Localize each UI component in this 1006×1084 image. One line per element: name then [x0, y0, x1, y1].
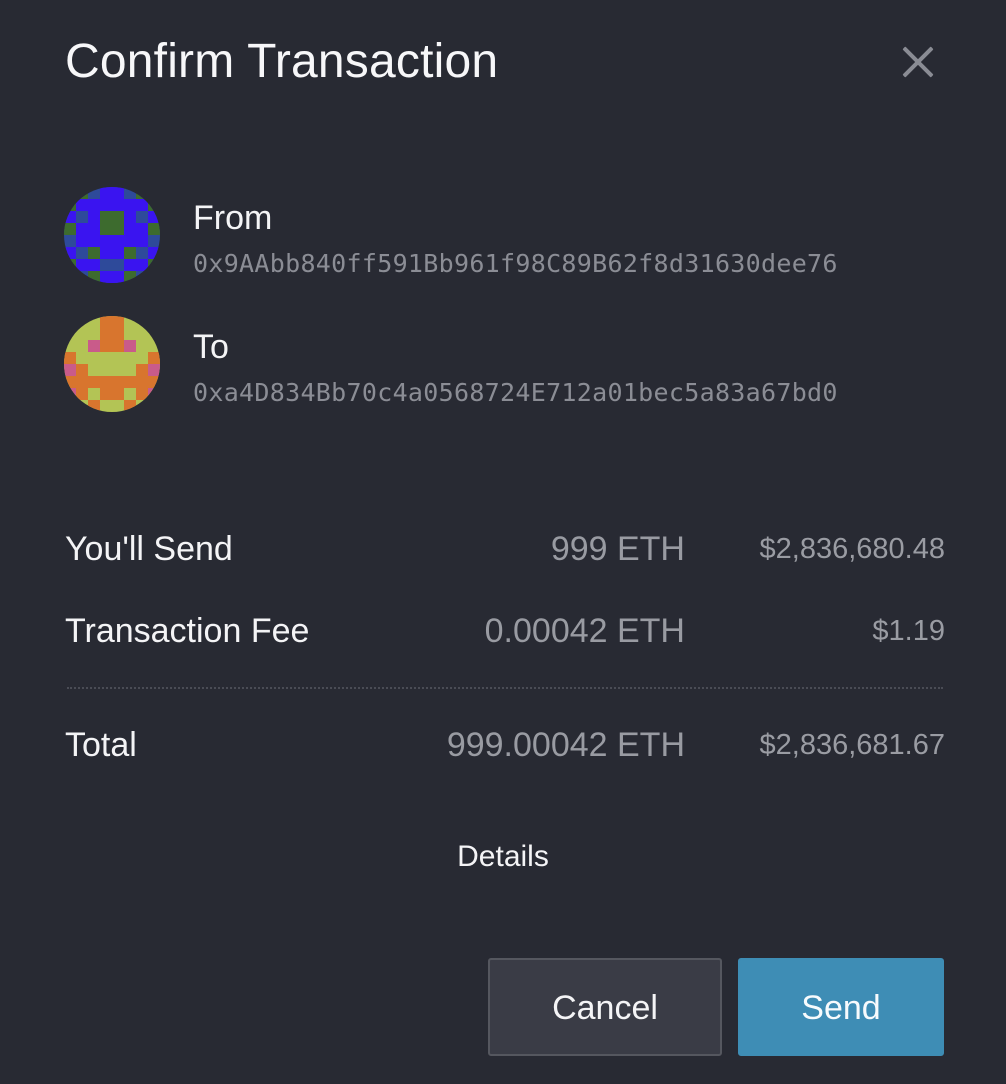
send-eth-amount: 999 ETH	[550, 530, 685, 568]
dialog-title: Confirm Transaction	[65, 35, 499, 88]
summary-row-send: You'll Send 999 ETH $2,836,680.48	[65, 524, 945, 574]
close-icon[interactable]	[896, 40, 940, 84]
fee-label: Transaction Fee	[65, 612, 310, 650]
fee-usd-amount: $1.19	[872, 615, 945, 647]
from-label: From	[193, 199, 273, 237]
send-usd-amount: $2,836,680.48	[759, 533, 945, 565]
summary-row-fee: Transaction Fee 0.00042 ETH $1.19	[65, 606, 945, 656]
total-label: Total	[65, 726, 137, 764]
total-usd-amount: $2,836,681.67	[759, 729, 945, 761]
details-link[interactable]: Details	[0, 834, 1006, 880]
confirm-transaction-dialog: Confirm Transaction From 0x9AAbb840ff591…	[0, 0, 1006, 1084]
fee-eth-amount: 0.00042 ETH	[484, 612, 685, 650]
summary-divider	[67, 687, 943, 689]
cancel-button[interactable]: Cancel	[488, 958, 722, 1056]
from-account: From 0x9AAbb840ff591Bb961f98C89B62f8d316…	[64, 187, 964, 287]
to-avatar-identicon	[64, 316, 160, 412]
to-address[interactable]: 0xa4D834Bb70c4a0568724E712a01bec5a83a67b…	[193, 376, 838, 410]
from-address[interactable]: 0x9AAbb840ff591Bb961f98C89B62f8d31630dee…	[193, 247, 838, 281]
summary-row-total: Total 999.00042 ETH $2,836,681.67	[65, 720, 945, 770]
total-eth-amount: 999.00042 ETH	[446, 726, 685, 764]
send-button[interactable]: Send	[738, 958, 944, 1056]
to-label: To	[193, 328, 229, 366]
send-label: You'll Send	[65, 530, 233, 568]
to-account: To 0xa4D834Bb70c4a0568724E712a01bec5a83a…	[64, 316, 964, 416]
from-avatar-identicon	[64, 187, 160, 283]
